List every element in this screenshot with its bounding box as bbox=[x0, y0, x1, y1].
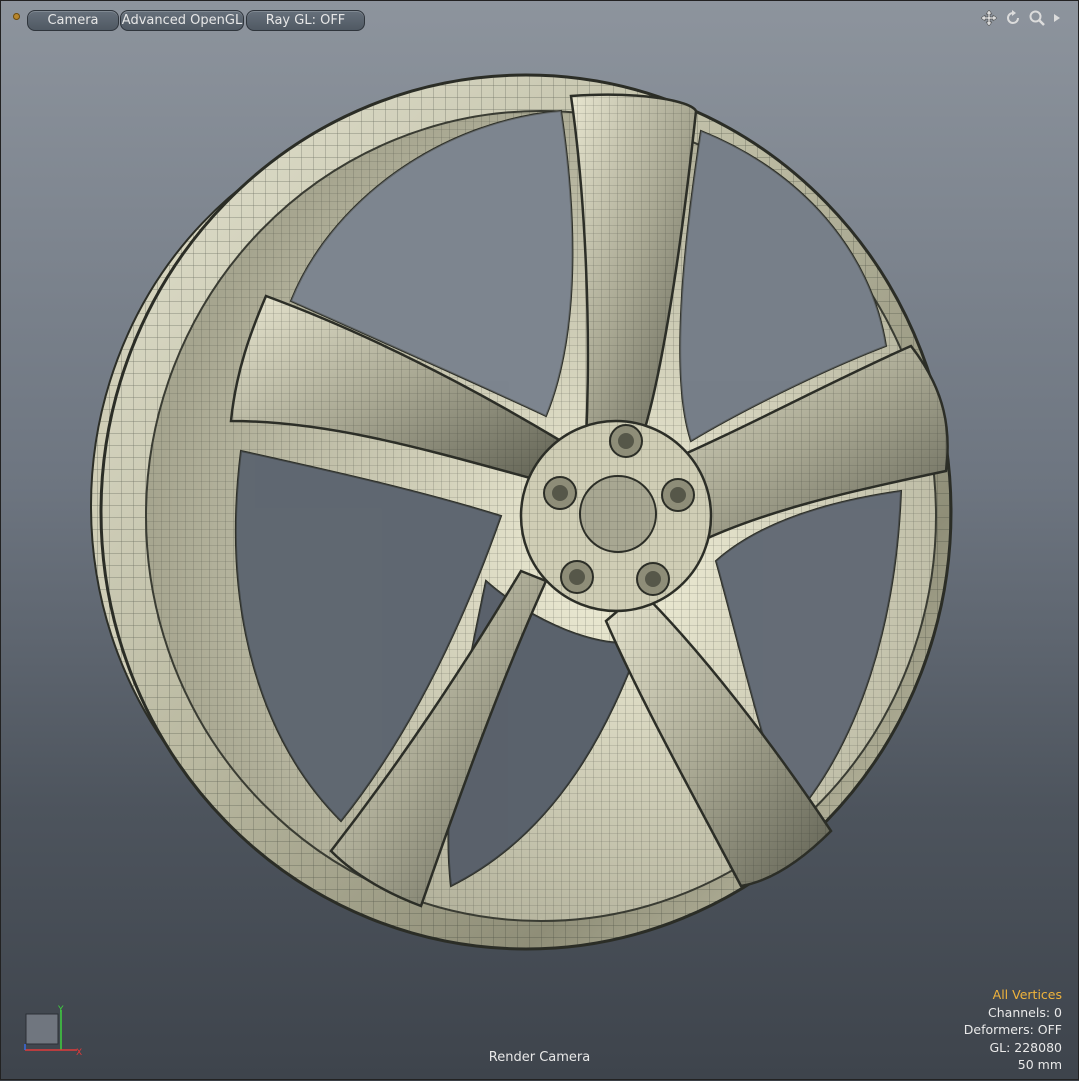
selection-mode-label: All Vertices bbox=[992, 987, 1062, 1002]
3d-viewport[interactable]: Camera Advanced OpenGL Ray GL: OFF Y X R… bbox=[0, 0, 1079, 1080]
wheel-model[interactable] bbox=[1, 1, 1079, 1081]
camera-name-label: Render Camera bbox=[488, 1050, 591, 1065]
axis-y-label: Y bbox=[57, 1005, 64, 1015]
viewport-stats: All Vertices Channels: 0 Deformers: OFF … bbox=[964, 986, 1062, 1074]
deformers-label: Deformers: OFF bbox=[963, 1022, 1062, 1037]
focal-length-label: 50 mm bbox=[1017, 1057, 1062, 1072]
channels-label: Channels: 0 bbox=[988, 1004, 1062, 1020]
gl-count-label: GL: 228080 bbox=[989, 1039, 1062, 1055]
